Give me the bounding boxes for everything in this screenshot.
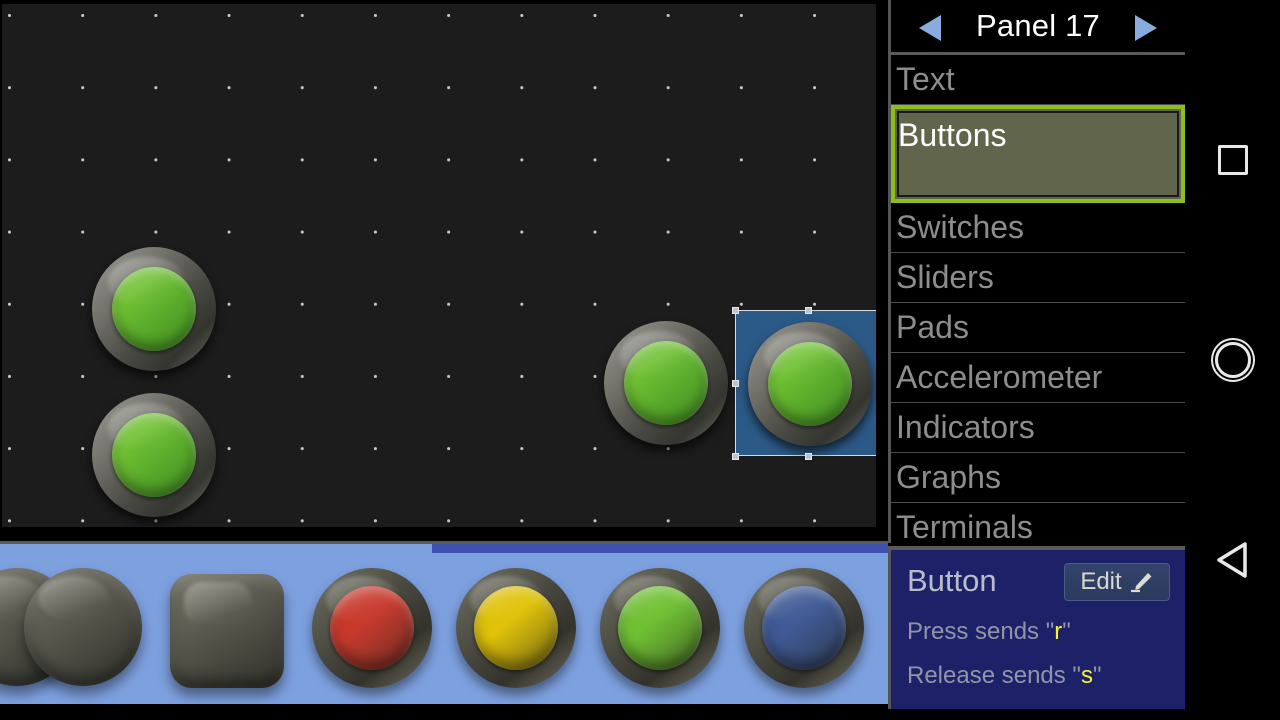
button-gloss: [470, 576, 543, 622]
widget-category-indicators[interactable]: Indicators: [891, 403, 1185, 453]
green-button-2[interactable]: [92, 393, 216, 517]
home-button[interactable]: [1185, 330, 1280, 390]
widget-category-buttons[interactable]: Buttons: [891, 105, 1185, 203]
widget-category-switches[interactable]: Switches: [891, 203, 1185, 253]
button-gloss: [108, 402, 185, 453]
widget-category-graphs[interactable]: Graphs: [891, 453, 1185, 503]
widget-category-label: Buttons: [898, 117, 1007, 153]
widget-category-terminals[interactable]: Terminals: [891, 503, 1185, 543]
triangle-left-icon[interactable]: [919, 15, 941, 41]
press-suffix: ": [1062, 618, 1071, 645]
back-button[interactable]: [1185, 530, 1280, 590]
palette-scrollbar[interactable]: [0, 544, 888, 553]
square-icon: [1217, 145, 1248, 175]
widget-category-label: Text: [896, 61, 955, 97]
palette-button-yellow[interactable]: [456, 568, 576, 688]
page-title: Panel 17: [976, 8, 1100, 43]
widget-category-label: Indicators: [896, 409, 1035, 445]
edit-button-label: Edit: [1080, 568, 1122, 595]
release-binding-text: Release sends "s": [907, 662, 1101, 690]
release-prefix: Release sends ": [907, 662, 1081, 689]
widget-category-sliders[interactable]: Sliders: [891, 253, 1185, 303]
widget-category-accelerometer[interactable]: Accelerometer: [891, 353, 1185, 403]
info-title: Button: [907, 563, 997, 598]
button-gloss: [758, 576, 831, 622]
button-gloss: [38, 576, 109, 622]
circle-icon: [1214, 342, 1251, 378]
resize-handle[interactable]: [805, 453, 812, 460]
green-button-4[interactable]: [748, 322, 872, 446]
green-button-3[interactable]: [604, 321, 728, 445]
triangle-left-icon: [1216, 542, 1247, 578]
widget-category-label: Accelerometer: [896, 359, 1103, 395]
recent-apps-button[interactable]: [1185, 130, 1280, 190]
button-gloss: [764, 331, 841, 382]
green-button-1[interactable]: [92, 247, 216, 371]
pencil-icon: [1130, 573, 1152, 593]
palette-scrollbar-thumb[interactable]: [432, 544, 888, 553]
selection-rectangle[interactable]: [732, 307, 879, 460]
right-sidebar: Panel 17 Text Buttons Switches Sliders Pads A…: [888, 0, 1185, 720]
widget-category-label: Switches: [896, 209, 1025, 245]
widget-info-panel: Button Edit Press sends "r" Release send…: [888, 546, 1185, 709]
resize-handle[interactable]: [878, 453, 879, 460]
button-gloss: [183, 581, 253, 626]
resize-handle[interactable]: [805, 307, 812, 314]
panel-header: Panel 17: [888, 0, 1185, 55]
android-navigation-bar: [1185, 0, 1280, 720]
press-binding-text: Press sends "r": [907, 618, 1071, 646]
app-root: Panel 17 Text Buttons Switches Sliders Pads A…: [0, 0, 1280, 720]
widget-palette[interactable]: [0, 541, 888, 704]
button-gloss: [614, 576, 687, 622]
release-key: s: [1080, 662, 1093, 689]
resize-handle[interactable]: [878, 380, 879, 387]
edit-button[interactable]: Edit: [1064, 563, 1170, 601]
resize-handle[interactable]: [732, 380, 739, 387]
button-gloss: [326, 576, 399, 622]
widget-category-list[interactable]: Text Buttons Switches Sliders Pads Accelerome…: [888, 55, 1185, 543]
panel-design-canvas[interactable]: [0, 0, 879, 530]
widget-category-label: Terminals: [896, 509, 1033, 543]
widget-category-pads[interactable]: Pads: [891, 303, 1185, 353]
release-suffix: ": [1092, 662, 1102, 689]
palette-button-blank-round[interactable]: [24, 568, 142, 686]
button-gloss: [620, 330, 697, 381]
palette-button-red[interactable]: [312, 568, 432, 688]
triangle-right-icon[interactable]: [1135, 15, 1157, 41]
palette-button-green[interactable]: [600, 568, 720, 688]
press-prefix: Press sends ": [907, 618, 1055, 645]
palette-button-blank-square[interactable]: [170, 574, 284, 688]
widget-category-label: Graphs: [896, 459, 1001, 495]
resize-handle[interactable]: [732, 307, 739, 314]
button-gloss: [108, 256, 185, 307]
palette-button-blue[interactable]: [744, 568, 864, 688]
resize-handle[interactable]: [732, 453, 739, 460]
resize-handle[interactable]: [878, 307, 879, 314]
widget-category-label: Sliders: [896, 259, 994, 295]
widget-category-label: Pads: [896, 309, 969, 345]
widget-category-text[interactable]: Text: [891, 55, 1185, 105]
